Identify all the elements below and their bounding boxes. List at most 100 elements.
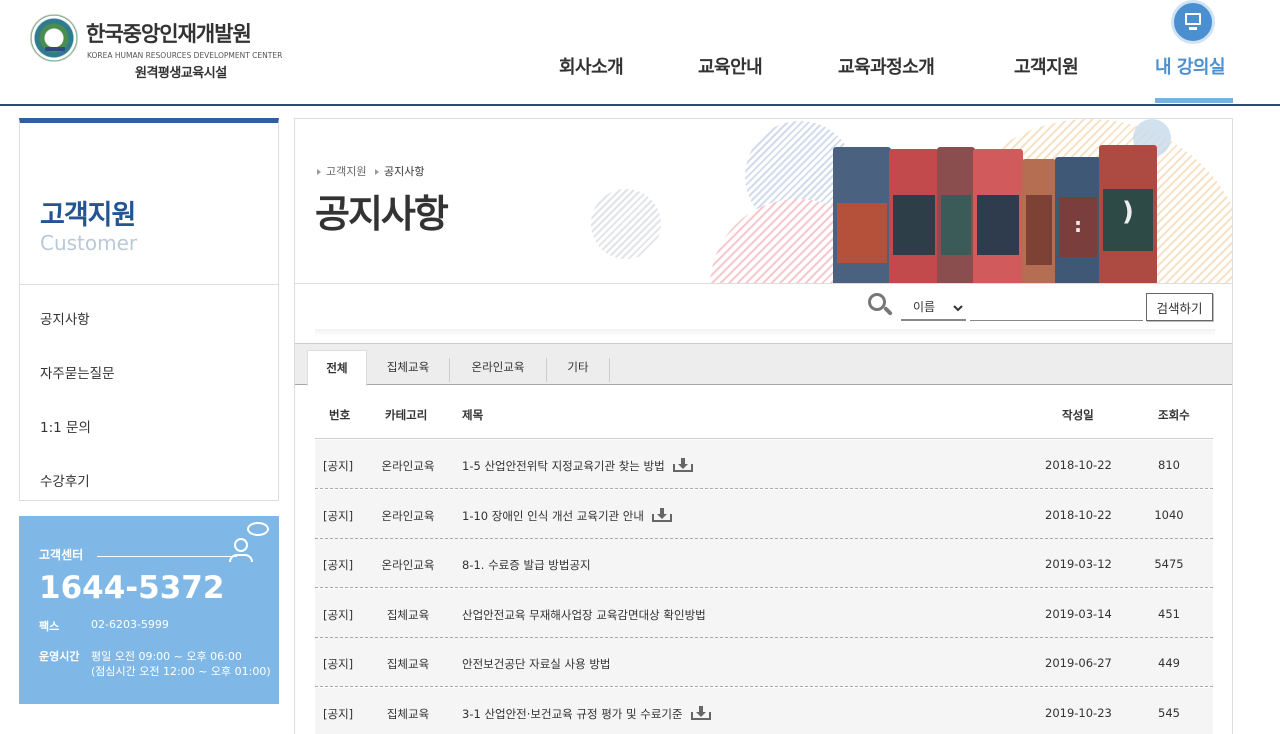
column-header-category: 카테고리 <box>385 408 428 422</box>
notice-title[interactable]: 안전보건공단 자료실 사용 방법 <box>462 656 611 672</box>
nav-item-courses[interactable]: 교육과정소개 <box>838 53 935 79</box>
notice-title-text[interactable]: 3-1 산업안전·보건교육 규정 평가 및 수료기준 <box>462 707 683 721</box>
sidebar-title: 고객지원 <box>40 200 136 231</box>
notice-title[interactable]: 8-1. 수료증 발급 방법공지 <box>462 557 591 573</box>
search-icon <box>868 293 893 317</box>
notice-title-text[interactable]: 8-1. 수료증 발급 방법공지 <box>462 558 591 572</box>
notice-title[interactable]: 1-5 산업안전위탁 지정교육기관 찾는 방법 <box>462 458 693 474</box>
notice-views-text: 545 <box>1158 705 1180 720</box>
notice-category-text: 집체교육 <box>386 706 430 721</box>
logo-subtitle: KOREA HUMAN RESOURCES DEVELOPMENT CENTER <box>87 51 283 60</box>
sidebar-item-notice[interactable]: 공지사항 <box>40 308 90 328</box>
book-illustration <box>937 147 975 283</box>
lunch-hours: (점심시간 오전 12:00 ~ 오후 01:00) <box>91 665 271 678</box>
notice-category: 집체교육 <box>379 656 437 672</box>
notice-category-text: 집체교육 <box>386 607 430 622</box>
notice-date-text: 2018-10-22 <box>1045 507 1112 522</box>
nav-item-my-classroom[interactable]: 내 강의실 <box>1155 53 1226 79</box>
notice-views: 1040 <box>1143 508 1195 522</box>
nav-item-company[interactable]: 회사소개 <box>559 53 624 79</box>
table-row[interactable]: [공지] 온라인교육 1-5 산업안전위탁 지정교육기관 찾는 방법 2018-10-… <box>315 440 1213 489</box>
speech-bubble-icon <box>247 522 269 536</box>
emblem-icon <box>30 14 78 62</box>
table-row[interactable]: [공지] 집체교육 3-1 산업안전·보건교육 규정 평가 및 수료기준 2019-1… <box>315 687 1213 734</box>
notice-date-text: 2019-10-23 <box>1045 705 1112 720</box>
notice-views: 545 <box>1143 706 1195 720</box>
download-icon[interactable] <box>651 507 672 522</box>
notice-views-text: 1040 <box>1154 507 1184 522</box>
divider <box>20 284 278 285</box>
book-illustration <box>889 149 939 283</box>
nav-item-education-guide[interactable]: 교육안내 <box>698 53 763 79</box>
book-illustration: : <box>1055 157 1101 283</box>
tab-etc[interactable]: 기타 <box>547 350 609 386</box>
search-shadow <box>315 329 1215 337</box>
notice-views-text: 810 <box>1158 458 1180 472</box>
tab-all[interactable]: 전체 <box>307 350 367 386</box>
sidebar-item-reviews[interactable]: 수강후기 <box>40 470 90 490</box>
site-header: 한국중앙인재개발원 KOREA HUMAN RESOURCES DEVELOPM… <box>0 0 1280 106</box>
notice-category: 온라인교육 <box>379 557 437 573</box>
search-type-select[interactable]: 이름 <box>901 295 966 321</box>
notice-date: 2019-03-14 <box>1045 607 1112 621</box>
decor-circle <box>591 189 661 259</box>
notice-title[interactable]: 산업안전교육 무재해사업장 교육감면대상 확인방법 <box>462 607 706 623</box>
customer-center-box: 고객센터 1644-5372 팩스 02-6203-5999 운영시간 평일 오… <box>19 516 279 704</box>
notice-views: 810 <box>1143 458 1195 472</box>
breadcrumb-arrow-icon <box>374 169 379 175</box>
fax-number: 02-6203-5999 <box>91 618 169 631</box>
notice-number-text: [공지] <box>323 607 354 622</box>
notice-views-text: 451 <box>1158 606 1180 621</box>
notice-title-text[interactable]: 안전보건공단 자료실 사용 방법 <box>462 657 611 671</box>
notice-title[interactable]: 3-1 산업안전·보건교육 규정 평가 및 수료기준 <box>462 705 711 722</box>
nav-active-indicator <box>1155 98 1233 103</box>
book-illustration: ) <box>1099 145 1157 283</box>
notice-date: 2018-10-22 <box>1045 458 1112 472</box>
logo-title: 한국중앙인재개발원 <box>86 22 252 46</box>
search-button[interactable]: 검색하기 <box>1146 293 1213 321</box>
breadcrumb-arrow-icon <box>317 169 321 175</box>
column-header-date: 작성일 <box>1062 408 1094 422</box>
download-icon[interactable] <box>672 458 693 472</box>
notice-views: 5475 <box>1143 557 1195 571</box>
book-label: : <box>1074 213 1082 237</box>
table-row[interactable]: [공지] 집체교육 안전보건공단 자료실 사용 방법 2019-06-27 449 <box>315 638 1213 687</box>
notice-date: 2019-03-12 <box>1045 557 1112 571</box>
breadcrumb-item[interactable]: 고객지원 <box>326 165 366 178</box>
sidebar-item-inquiry[interactable]: 1:1 문의 <box>40 416 91 436</box>
search-input[interactable] <box>970 295 1143 321</box>
notice-title-text[interactable]: 1-5 산업안전위탁 지정교육기관 찾는 방법 <box>462 459 665 473</box>
notice-title[interactable]: 1-10 장애인 인식 개선 교육기관 안내 <box>462 507 672 524</box>
divider <box>97 556 237 557</box>
customer-center-label: 고객센터 <box>39 548 84 562</box>
notice-date-text: 2019-03-12 <box>1045 557 1112 571</box>
notice-views: 449 <box>1143 656 1195 670</box>
notice-date: 2019-10-23 <box>1045 706 1112 720</box>
notice-views-text: 449 <box>1158 656 1180 670</box>
table-row[interactable]: [공지] 집체교육 산업안전교육 무재해사업장 교육감면대상 확인방법 2019-03… <box>315 588 1213 638</box>
tab-online[interactable]: 온라인교육 <box>450 350 546 386</box>
page-banner: : ) 고객지원 공지사항 공지사항 <box>295 119 1232 284</box>
notice-title-text[interactable]: 1-10 장애인 인식 개선 교육기관 안내 <box>462 509 644 523</box>
notice-number-text: [공지] <box>323 706 354 721</box>
notice-title-text[interactable]: 산업안전교육 무재해사업장 교육감면대상 확인방법 <box>462 608 706 622</box>
notice-number: [공지] <box>323 458 353 474</box>
site-logo[interactable]: 한국중앙인재개발원 KOREA HUMAN RESOURCES DEVELOPM… <box>30 14 283 84</box>
customer-center-phone: 1644-5372 <box>39 570 225 606</box>
notice-views-text: 5475 <box>1154 557 1184 571</box>
sidebar: 고객지원 Customer 공지사항 자주묻는질문 1:1 문의 수강후기 <box>19 118 279 501</box>
notice-date: 2019-06-27 <box>1045 656 1112 670</box>
nav-item-support[interactable]: 고객지원 <box>1014 53 1079 79</box>
notice-number-text: [공지] <box>323 657 354 671</box>
hours-label: 운영시간 <box>39 650 80 663</box>
sidebar-item-faq[interactable]: 자주묻는질문 <box>40 362 115 382</box>
notice-category-text: 온라인교육 <box>381 459 435 473</box>
table-row[interactable]: [공지] 온라인교육 8-1. 수료증 발급 방법공지 2019-03-12 5475 <box>315 539 1213 588</box>
table-row[interactable]: [공지] 온라인교육 1-10 장애인 인식 개선 교육기관 안내 2018-10-2… <box>315 489 1213 539</box>
notice-number-text: [공지] <box>323 459 354 473</box>
page-title: 공지사항 <box>315 192 449 236</box>
tab-offline[interactable]: 집체교육 <box>367 350 449 386</box>
classroom-monitor-icon[interactable] <box>1171 0 1215 44</box>
breadcrumb: 고객지원 공지사항 <box>317 163 424 179</box>
download-icon[interactable] <box>690 705 711 720</box>
